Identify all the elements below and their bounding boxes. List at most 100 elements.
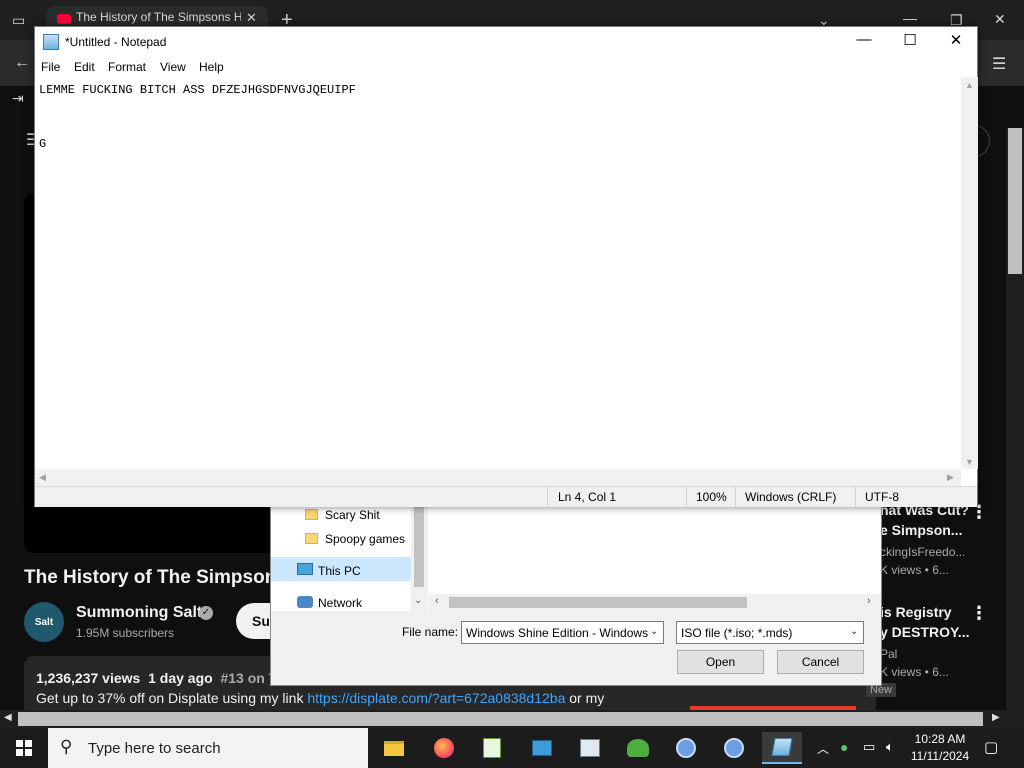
status-divider (855, 487, 856, 508)
description-suffix: or my (565, 690, 605, 706)
upload-age: 1 day ago (148, 670, 213, 686)
browser-menu-icon[interactable]: ☰ (992, 54, 1006, 74)
status-divider (686, 487, 687, 508)
filelist-scroll-thumb[interactable] (449, 597, 747, 608)
menu-edit[interactable]: Edit (74, 60, 95, 74)
hscroll-right-icon[interactable]: ▶ (947, 472, 954, 483)
tool-app-icon-2[interactable] (714, 732, 754, 764)
notepad-menubar: File Edit Format View Help (35, 57, 977, 77)
folder-tree: Scary Shit Spoopy games This PC Network … (271, 501, 429, 611)
notepadpp-icon[interactable] (472, 732, 512, 764)
page-horizontal-scrollbar[interactable]: ◀ ▶ (0, 710, 1024, 728)
status-divider (735, 487, 736, 508)
page-vertical-scrollbar[interactable] (1006, 128, 1024, 710)
browser-minimize-icon[interactable]: — (903, 10, 917, 26)
tree-item-this-pc[interactable]: This PC (318, 564, 361, 578)
subscriber-count: 1.95M subscribers (76, 626, 175, 640)
taskbar-clock[interactable]: 10:28 AM 11/11/2024 (908, 731, 972, 765)
tree-scrollbar[interactable]: ⌄ (411, 501, 428, 611)
rec-2-more-icon[interactable]: ⋮ (970, 603, 988, 624)
rec-2-meta: K views • 6... (880, 665, 949, 679)
open-button[interactable]: Open (677, 650, 764, 674)
file-list-hscrollbar[interactable]: ‹ › (429, 594, 881, 611)
taskbar-search[interactable]: ⚲ Type here to search (48, 728, 368, 768)
video-title: The History of The Simpsons Hit & Run (24, 567, 274, 588)
search-icon: ⚲ (60, 737, 73, 756)
tree-item-scary[interactable]: Scary Shit (325, 508, 380, 522)
notepad-horizontal-scrollbar[interactable]: ◀ ▶ (35, 469, 961, 486)
maximize-icon[interactable]: ☐ (887, 31, 933, 49)
filename-value: Windows Shine Edition - Windows (466, 626, 649, 640)
menu-file[interactable]: File (41, 60, 60, 74)
network-tray-icon[interactable]: ▭ (863, 739, 875, 755)
people-tray-icon[interactable]: ● (840, 739, 848, 755)
vscroll-down-icon[interactable]: ▼ (965, 457, 974, 467)
tree-item-spoopy[interactable]: Spoopy games (325, 532, 405, 546)
notifications-icon[interactable]: ▢ (984, 738, 998, 756)
filename-dropdown-icon[interactable]: ⌄ (650, 626, 658, 637)
page-vscroll-thumb[interactable] (1008, 128, 1022, 274)
description-link[interactable]: https://displate.com/?art=672a0838d12ba (307, 690, 565, 706)
menu-view[interactable]: View (160, 60, 186, 74)
file-type-select[interactable]: ISO file (*.iso; *.mds) (676, 621, 864, 644)
menu-help[interactable]: Help (199, 60, 224, 74)
rec-2-channel: Pal (880, 647, 898, 661)
file-open-dialog: Scary Shit Spoopy games This PC Network … (270, 500, 882, 686)
page-hscroll-thumb[interactable] (18, 712, 983, 726)
filename-input[interactable]: Windows Shine Edition - Windows (461, 621, 664, 644)
hscroll-left-icon[interactable]: ◀ (39, 472, 46, 483)
minimize-icon[interactable]: — (841, 31, 887, 48)
filelist-scroll-left-icon[interactable]: ‹ (435, 595, 439, 607)
tab-actions-icon[interactable]: ▭ (12, 12, 25, 29)
back-icon[interactable]: ← (14, 54, 30, 72)
volume-icon[interactable]: 🔈︎ (886, 739, 894, 755)
file-type-dropdown-icon[interactable]: ⌄ (850, 626, 858, 637)
rec-1-title-line2[interactable]: e Simpson... (880, 522, 962, 538)
folder-icon (305, 509, 318, 520)
tree-scroll-down-icon[interactable]: ⌄ (414, 595, 422, 606)
search-placeholder: Type here to search (88, 740, 221, 757)
description-text: Get up to 37% off on Displate using my l… (36, 690, 308, 706)
channel-name[interactable]: Summoning Salt (76, 604, 202, 622)
folder-icon (305, 533, 318, 544)
system-app-icon[interactable] (570, 732, 610, 764)
file-explorer-icon[interactable] (374, 732, 414, 764)
cancel-button[interactable]: Cancel (777, 650, 864, 674)
status-zoom: 100% (696, 490, 727, 504)
windows-logo-icon (16, 740, 32, 756)
verified-icon: ✓ (199, 606, 213, 620)
video-stats: 1,236,237 views 1 day ago #13 on Tr (36, 670, 282, 686)
firefox-icon[interactable] (424, 732, 464, 764)
hscroll-left-icon[interactable]: ◀ (4, 712, 12, 723)
tab-title: The History of The Simpsons Hit & Run (76, 10, 241, 24)
tree-item-network[interactable]: Network (318, 596, 362, 610)
vscroll-up-icon[interactable]: ▲ (965, 80, 974, 90)
notepad-taskbar-icon[interactable] (762, 732, 802, 764)
notepad-statusbar: Ln 4, Col 1 100% Windows (CRLF) UTF-8 (35, 486, 977, 508)
taskbar: ⚲ Type here to search ︿ ● ▭ 🔈︎ 10:28 AM … (0, 728, 1024, 768)
browser-close-icon[interactable]: ✕ (994, 11, 1006, 28)
people-app-icon[interactable] (618, 732, 658, 764)
notepad-vertical-scrollbar[interactable]: ▲ ▼ (961, 77, 978, 469)
start-button[interactable] (0, 728, 48, 768)
sidebar-toggle-icon[interactable]: ⇥ (12, 90, 24, 107)
menu-format[interactable]: Format (108, 60, 146, 74)
filelist-scroll-right-icon[interactable]: › (867, 595, 871, 607)
rec-2-title-line2[interactable]: y DESTROY... (880, 624, 969, 640)
notepad-text-area[interactable]: LEMME FUCKING BITCH ASS DFZEJHGSDFNVGJQE… (39, 81, 959, 461)
rec-1-meta: K views • 6... (880, 563, 949, 577)
notepad-titlebar[interactable]: *Untitled - Notepad — ☐ ✕ (35, 27, 977, 57)
network-icon (297, 596, 313, 608)
rec-2-title-line1[interactable]: is Registry (880, 604, 952, 620)
tree-scroll-thumb[interactable] (414, 501, 424, 587)
tool-app-icon[interactable] (666, 732, 706, 764)
channel-avatar[interactable]: Salt (24, 602, 64, 642)
rec-1-channel: ckingIsFreedo... (880, 545, 966, 559)
file-type-value: ISO file (*.iso; *.mds) (681, 626, 793, 640)
control-panel-icon[interactable] (522, 732, 562, 764)
close-icon[interactable]: ✕ (933, 31, 979, 49)
tab-close-icon[interactable]: ✕ (246, 10, 257, 26)
hscroll-right-icon[interactable]: ▶ (992, 712, 1000, 723)
clock-time: 10:28 AM (914, 732, 966, 746)
tray-overflow-icon[interactable]: ︿ (817, 740, 829, 757)
